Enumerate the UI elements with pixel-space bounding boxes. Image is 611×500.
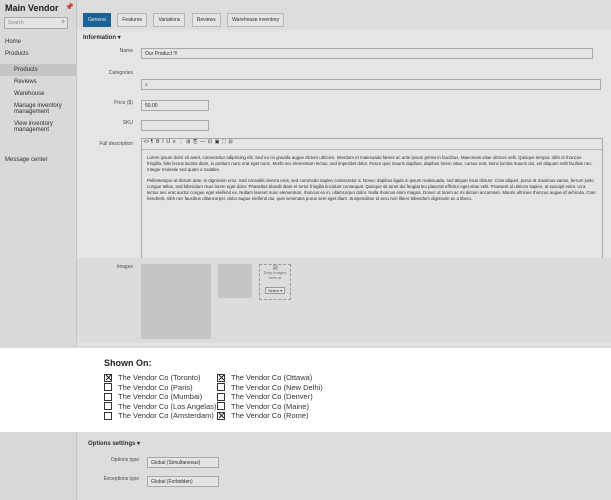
sidebar-item-home[interactable]: Home bbox=[0, 36, 76, 48]
vendor-option-label: The Vendor Co (Maine) bbox=[231, 401, 309, 411]
vendor-name: Main Vendor bbox=[5, 3, 59, 13]
editor-toolbar-icons[interactable]: <> ¶ B I U ≡ ⋮ ⊞ ⎘ — ⊡ ▣ ⛶ ⊟ bbox=[142, 139, 232, 145]
checkbox[interactable] bbox=[104, 402, 112, 410]
price-input[interactable]: 50.00 bbox=[141, 100, 209, 111]
sidebar-search-input[interactable]: Search ⌕ bbox=[4, 17, 68, 29]
options-section: Options settings ▾ Options type Global (… bbox=[77, 432, 611, 500]
checkbox[interactable] bbox=[217, 383, 225, 391]
tab-general[interactable]: General bbox=[83, 13, 111, 27]
shown-on-panel: Shown On: The Vendor Co (Toronto) The Ve… bbox=[0, 348, 611, 432]
search-icon[interactable]: ⌕ bbox=[62, 19, 65, 26]
vendor-option-label: The Vendor Co (Paris) bbox=[118, 382, 193, 392]
select-image-button[interactable]: Select ▾ bbox=[265, 287, 286, 294]
sku-input[interactable] bbox=[141, 120, 209, 131]
tab-warehouse-inventory[interactable]: Warehouse inventory bbox=[227, 13, 285, 27]
vendor-option-paris[interactable]: The Vendor Co (Paris) bbox=[104, 383, 224, 392]
name-input[interactable]: Our Product !!! bbox=[141, 48, 593, 59]
vendor-option-maine[interactable]: The Vendor Co (Maine) bbox=[217, 402, 337, 411]
tab-bar: General Features Variations Reviews Ware… bbox=[83, 8, 286, 27]
image-thumbnail[interactable] bbox=[141, 264, 211, 339]
image-thumbnail-small[interactable] bbox=[218, 264, 252, 298]
shown-on-right-column: The Vendor Co (Ottawa) The Vendor Co (Ne… bbox=[217, 373, 337, 421]
vendor-option-ottawa[interactable]: The Vendor Co (Ottawa) bbox=[217, 373, 337, 382]
pin-icon[interactable]: 📌 bbox=[65, 3, 74, 11]
tab-reviews[interactable]: Reviews bbox=[191, 13, 221, 27]
options-type-select[interactable]: Global (Simultaneous) bbox=[147, 457, 219, 468]
options-type-value: Global (Simultaneous) bbox=[151, 460, 201, 466]
sidebar-item-message-center[interactable]: Message center bbox=[0, 154, 76, 166]
checkbox[interactable] bbox=[104, 392, 112, 401]
sidebar-subnav: Products Reviews Warehouse Manage invent… bbox=[0, 64, 76, 136]
categories-input[interactable]: ⌕ bbox=[141, 79, 601, 90]
vendor-option-label: The Vendor Co (Ottawa) bbox=[231, 373, 313, 382]
vendor-option-label: The Vendor Co (Denver) bbox=[231, 392, 313, 401]
options-type-label: Options type bbox=[110, 457, 139, 463]
options-title-label: Options settings bbox=[88, 441, 136, 447]
description-paragraph-2: Pellentesque at dictum ante, in dignissi… bbox=[147, 178, 596, 201]
price-label: Price ($) bbox=[114, 100, 133, 106]
shown-on-title: Shown On: bbox=[104, 358, 152, 368]
checkbox-checked[interactable] bbox=[217, 411, 225, 420]
description-label: Full description bbox=[99, 141, 133, 147]
sku-label: SKU bbox=[122, 120, 133, 126]
name-label: Name bbox=[119, 48, 133, 54]
editor-toolbar: <> ¶ B I U ≡ ⋮ ⊞ ⎘ — ⊡ ▣ ⛶ ⊟ bbox=[142, 139, 602, 150]
vendor-option-toronto[interactable]: The Vendor Co (Toronto) bbox=[104, 373, 224, 382]
sidebar-nav: Home Products bbox=[0, 36, 76, 60]
checkbox[interactable] bbox=[104, 383, 112, 391]
exceptions-type-value: Global (Forbidden) bbox=[151, 479, 193, 485]
categories-search-icon: ⌕ bbox=[145, 82, 148, 88]
vendor-option-label: The Vendor Co (Los Angelas) bbox=[118, 401, 217, 411]
checkbox[interactable] bbox=[217, 392, 225, 401]
description-text: Lorem ipsum dolor sit amet, consectetur … bbox=[142, 150, 602, 212]
vendor-option-new-delhi[interactable]: The Vendor Co (New Delhi) bbox=[217, 383, 337, 392]
vendor-option-label: The Vendor Co (Mumbai) bbox=[118, 392, 203, 401]
checkbox-checked[interactable] bbox=[104, 373, 112, 382]
vendor-option-label: The Vendor Co (Amsterdam) bbox=[118, 411, 214, 420]
price-value: 50.00 bbox=[145, 103, 158, 109]
checkbox-checked[interactable] bbox=[217, 373, 225, 382]
description-paragraph-1: Lorem ipsum dolor sit amet, consectetur … bbox=[147, 155, 593, 172]
sidebar-item-view-inventory[interactable]: View inventory management bbox=[0, 118, 76, 136]
checkbox[interactable] bbox=[104, 411, 112, 420]
vendor-option-los-angelas[interactable]: The Vendor Co (Los Angelas) bbox=[104, 402, 224, 411]
vendor-option-mumbai[interactable]: The Vendor Co (Mumbai) bbox=[104, 392, 224, 401]
tab-features[interactable]: Features bbox=[117, 13, 147, 27]
exceptions-type-label: Exceptions type bbox=[103, 476, 139, 482]
select-label: Select bbox=[268, 288, 280, 293]
tab-variations[interactable]: Variations bbox=[153, 13, 186, 27]
vendor-option-rome[interactable]: The Vendor Co (Rome) bbox=[217, 411, 337, 420]
options-title[interactable]: Options settings ▾ bbox=[88, 440, 140, 447]
checkbox[interactable] bbox=[217, 402, 225, 410]
sidebar-nav-bottom: Message center bbox=[0, 154, 76, 166]
vendor-option-amsterdam[interactable]: The Vendor Co (Amsterdam) bbox=[104, 411, 224, 420]
vendor-option-label: The Vendor Co (Toronto) bbox=[118, 373, 201, 382]
exceptions-type-select[interactable]: Global (Forbidden) bbox=[147, 476, 219, 487]
images-label: Images bbox=[116, 264, 133, 270]
sidebar-item-products[interactable]: Products bbox=[0, 48, 76, 60]
information-title-label: Information bbox=[83, 35, 116, 41]
sidebar-item-warehouse[interactable]: Warehouse bbox=[0, 88, 76, 100]
vendor-option-label: The Vendor Co (New Delhi) bbox=[231, 382, 323, 392]
sidebar-item-reviews[interactable]: Reviews bbox=[0, 76, 76, 88]
name-value: Our Product !!! bbox=[145, 51, 178, 57]
search-placeholder: Search bbox=[8, 20, 24, 26]
shown-on-left-column: The Vendor Co (Toronto) The Vendor Co (P… bbox=[104, 373, 224, 421]
information-title[interactable]: Information ▾ bbox=[83, 34, 121, 41]
drop-text: Drop images here or bbox=[263, 270, 287, 280]
vendor-option-denver[interactable]: The Vendor Co (Denver) bbox=[217, 392, 337, 401]
images-section: Images 🖼 Drop images here or Select ▾ bbox=[77, 258, 611, 343]
vendor-option-label: The Vendor Co (Rome) bbox=[231, 411, 309, 420]
sidebar-item-manage-inventory[interactable]: Manage inventory management bbox=[0, 100, 76, 118]
categories-label: Categories bbox=[108, 70, 133, 76]
image-dropzone[interactable]: 🖼 Drop images here or bbox=[259, 264, 291, 300]
sidebar-item-products-sub[interactable]: Products bbox=[0, 64, 76, 76]
